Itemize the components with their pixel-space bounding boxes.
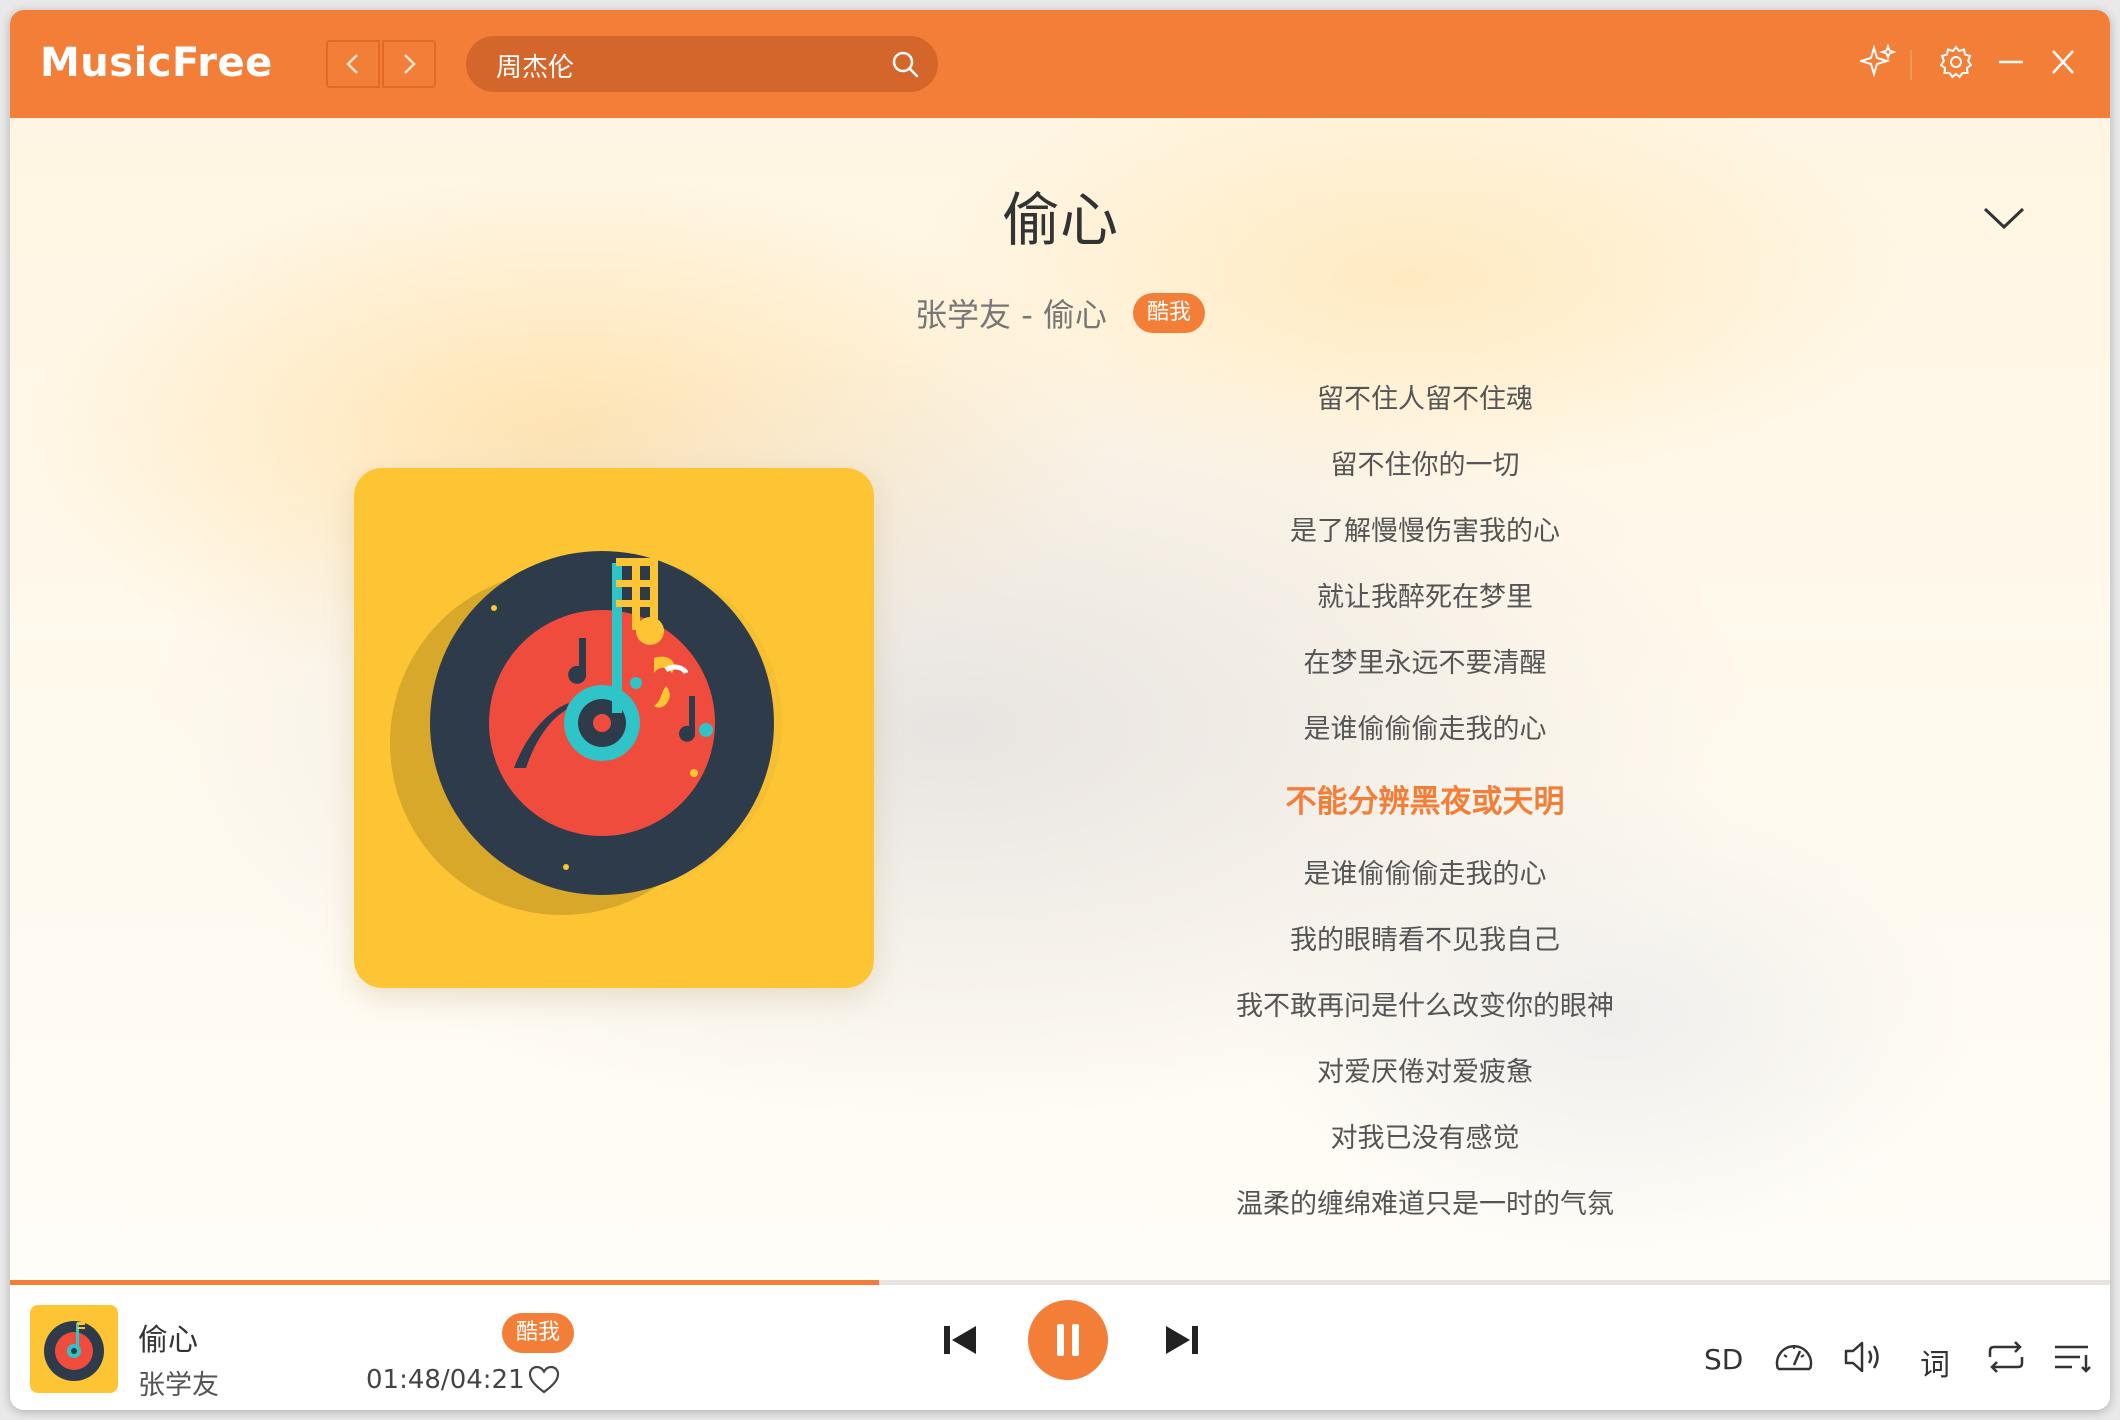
- now-playing-title: 偷心: [138, 1323, 198, 1358]
- chevron-down-icon: [1983, 207, 2025, 230]
- lyric-line[interactable]: 温柔的缠绵难道只是一时的气氛: [1110, 1185, 1740, 1225]
- lyric-line[interactable]: 在梦里永远不要清醒: [1110, 644, 1740, 684]
- playback-time: 01:48/04:21: [366, 1365, 525, 1395]
- chevron-right-icon: [404, 54, 416, 74]
- lyric-line-current[interactable]: 不能分辨黑夜或天明: [1110, 782, 1740, 822]
- lyric-line[interactable]: 是谁偷偷偷走我的心: [1110, 710, 1740, 750]
- repeat-icon[interactable]: [1984, 1337, 2028, 1381]
- volume-icon[interactable]: [1842, 1335, 1886, 1383]
- heart-icon[interactable]: [528, 1365, 560, 1399]
- title-bar: MusicFree: [10, 10, 2110, 118]
- song-title: 偷心: [1001, 186, 1118, 254]
- lyric-line[interactable]: 对爱厌倦对爱疲惫: [1110, 1053, 1740, 1093]
- source-badge: 酷我: [1132, 293, 1205, 333]
- search-input[interactable]: [494, 36, 878, 94]
- close-icon[interactable]: [2048, 44, 2078, 84]
- lyric-line[interactable]: 就让我醉死在梦里: [1110, 578, 1740, 618]
- album-cover: [354, 468, 874, 988]
- search-icon[interactable]: [890, 49, 920, 83]
- collapse-button[interactable]: [1982, 204, 2026, 236]
- quality-toggle[interactable]: SD: [1704, 1343, 1743, 1376]
- mini-album-cover[interactable]: [30, 1305, 118, 1393]
- app-window: MusicFree 周杰伦 偷心 张学友 - 偷心 酷我 留不住人留不住魂 留不…: [10, 10, 2110, 1410]
- lyric-line[interactable]: 我不敢再问是什么改变你的眼神: [1110, 987, 1740, 1027]
- sparkle-icon[interactable]: [1857, 43, 1897, 84]
- source-badge: 酷我: [502, 1313, 575, 1353]
- titlebar-divider: [1910, 50, 1912, 80]
- lyric-line[interactable]: 对我已没有感觉: [1110, 1119, 1740, 1159]
- app-logo: MusicFree: [40, 40, 273, 86]
- back-button[interactable]: [326, 40, 380, 88]
- pause-icon: [1057, 1324, 1079, 1356]
- gear-icon[interactable]: [1938, 44, 1974, 84]
- artist-album-text: 张学友 - 偷心: [915, 296, 1107, 334]
- lyric-line[interactable]: 我的眼睛看不见我自己: [1110, 921, 1740, 961]
- equalizer-icon[interactable]: [1772, 1335, 1816, 1383]
- playlist-icon[interactable]: [2052, 1337, 2092, 1381]
- search-box: [466, 36, 938, 94]
- vinyl-record-icon: [44, 1321, 104, 1381]
- song-subtitle: 张学友 - 偷心 酷我: [710, 290, 1410, 336]
- lyric-line[interactable]: 是谁偷偷偷走我的心: [1110, 855, 1740, 895]
- previous-icon[interactable]: [940, 1322, 980, 1362]
- next-icon[interactable]: [1162, 1322, 1202, 1362]
- chevron-left-icon: [346, 54, 358, 74]
- now-playing-artist: 张学友: [138, 1370, 219, 1401]
- lyric-line[interactable]: 是了解慢慢伤害我的心: [1110, 512, 1740, 552]
- vinyl-record-icon: [390, 551, 782, 915]
- pause-button[interactable]: [1028, 1300, 1108, 1380]
- forward-button[interactable]: [382, 40, 436, 88]
- lyric-line[interactable]: 留不住人留不住魂: [1110, 380, 1740, 420]
- player-bar: 偷心 张学友 酷我 01:48/04:21 SD 词: [10, 1285, 2110, 1410]
- lyric-toggle[interactable]: 词: [1920, 1340, 1950, 1384]
- lyric-line[interactable]: 留不住你的一切: [1110, 446, 1740, 486]
- minimize-icon[interactable]: [1996, 44, 2026, 84]
